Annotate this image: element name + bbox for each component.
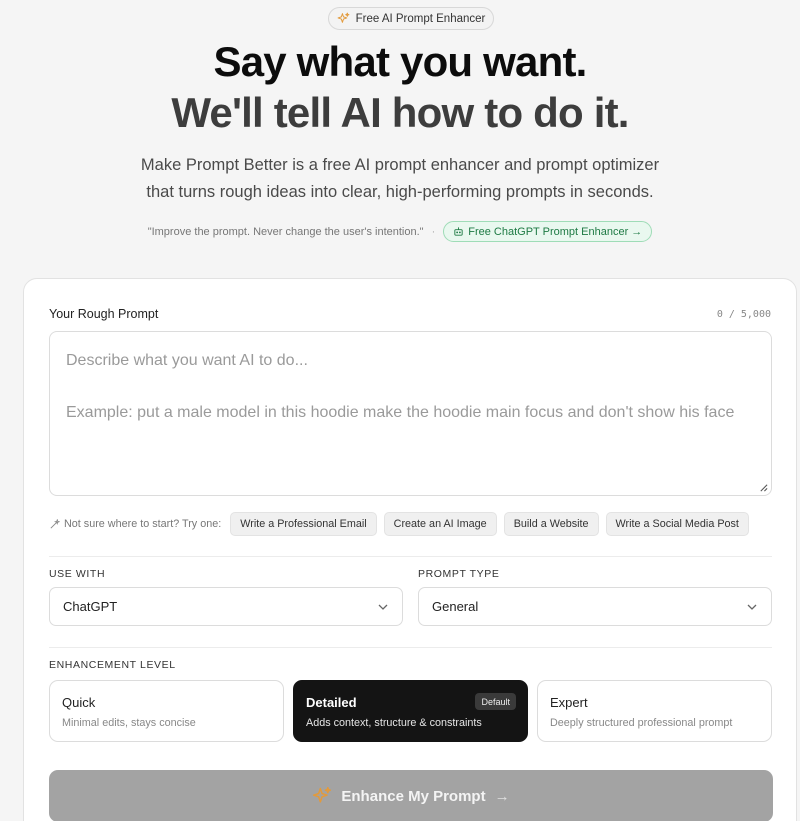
prompt-type-value: General [432, 599, 479, 614]
suggestion-chip-social[interactable]: Write a Social Media Post [605, 512, 749, 536]
default-badge: Default [475, 693, 516, 710]
robot-icon [454, 227, 463, 236]
use-with-value: ChatGPT [63, 599, 118, 614]
level-option-expert[interactable]: Expert Deeply structured professional pr… [537, 680, 772, 742]
prompt-type-select[interactable]: General [418, 587, 772, 626]
chevron-down-icon [378, 604, 388, 610]
headline-line-1: Say what you want. [213, 38, 587, 85]
headline-line-2: We'll tell AI how to do it. [171, 89, 629, 136]
level-title: Expert [550, 695, 588, 710]
quote-row: "Improve the prompt. Never change the us… [0, 221, 800, 242]
suggestion-chip-website[interactable]: Build a Website [503, 512, 599, 536]
prompt-type-label: PROMPT TYPE [418, 568, 500, 580]
level-option-detailed[interactable]: Detailed Adds context, structure & const… [293, 680, 528, 742]
prompt-label-row: Your Rough Prompt 0 / 5,000 [49, 307, 771, 321]
level-option-quick[interactable]: Quick Minimal edits, stays concise [49, 680, 284, 742]
level-title: Quick [62, 695, 96, 710]
suggestion-hint: Not sure where to start? Try one: [49, 518, 221, 530]
character-counter: 0 / 5,000 [716, 308, 771, 320]
suggestion-chip-email[interactable]: Write a Professional Email [230, 512, 377, 536]
divider [49, 647, 772, 648]
prompt-label: Your Rough Prompt [49, 307, 159, 321]
sparkles-icon [313, 786, 332, 803]
arrow-right-icon: → [494, 787, 510, 805]
use-with-label: USE WITH [49, 568, 106, 580]
subtitle-line-1: Make Prompt Better is a free AI prompt e… [140, 156, 660, 174]
enhance-prompt-button[interactable]: Enhance My Prompt → [49, 770, 773, 821]
separator-dot: · [431, 225, 436, 238]
level-description: Adds context, structure & constraints [306, 717, 482, 729]
suggestions-row: Not sure where to start? Try one: Write … [49, 512, 749, 536]
tagline-quote: "Improve the prompt. Never change the us… [147, 225, 424, 238]
prompt-textarea[interactable]: Describe what you want AI to do... Examp… [49, 331, 772, 496]
magic-wand-icon [50, 518, 60, 528]
suggestion-chip-image[interactable]: Create an AI Image [383, 512, 497, 536]
suggestion-hint-text: Not sure where to start? Try one: [64, 518, 222, 530]
enhancement-level-label: ENHANCEMENT LEVEL [49, 659, 176, 671]
placeholder-line-1: Describe what you want AI to do... [66, 352, 308, 369]
free-enhancer-badge: Free AI Prompt Enhancer [328, 7, 494, 30]
resize-handle-icon[interactable] [759, 483, 768, 492]
use-with-select[interactable]: ChatGPT [49, 587, 403, 626]
chatgpt-enhancer-link[interactable]: Free ChatGPT Prompt Enhancer → [443, 221, 653, 242]
level-description: Minimal edits, stays concise [62, 717, 196, 729]
link-label: Free ChatGPT Prompt Enhancer → [468, 225, 643, 238]
hero-section: Free AI Prompt Enhancer Say what you wan… [0, 0, 800, 278]
subtitle-line-2: that turns rough ideas into clear, high-… [146, 183, 654, 201]
sparkles-icon [337, 12, 350, 23]
divider [49, 556, 772, 557]
enhance-button-label: Enhance My Prompt [341, 787, 486, 805]
prompt-card: Your Rough Prompt 0 / 5,000 Describe wha… [23, 278, 797, 821]
placeholder-line-2: Example: put a male model in this hoodie… [66, 404, 735, 421]
chevron-down-icon [747, 604, 757, 610]
level-description: Deeply structured professional prompt [550, 717, 733, 729]
hero-subtitle: Make Prompt Better is a free AI prompt e… [100, 152, 700, 206]
badge-label: Free AI Prompt Enhancer [355, 12, 486, 25]
